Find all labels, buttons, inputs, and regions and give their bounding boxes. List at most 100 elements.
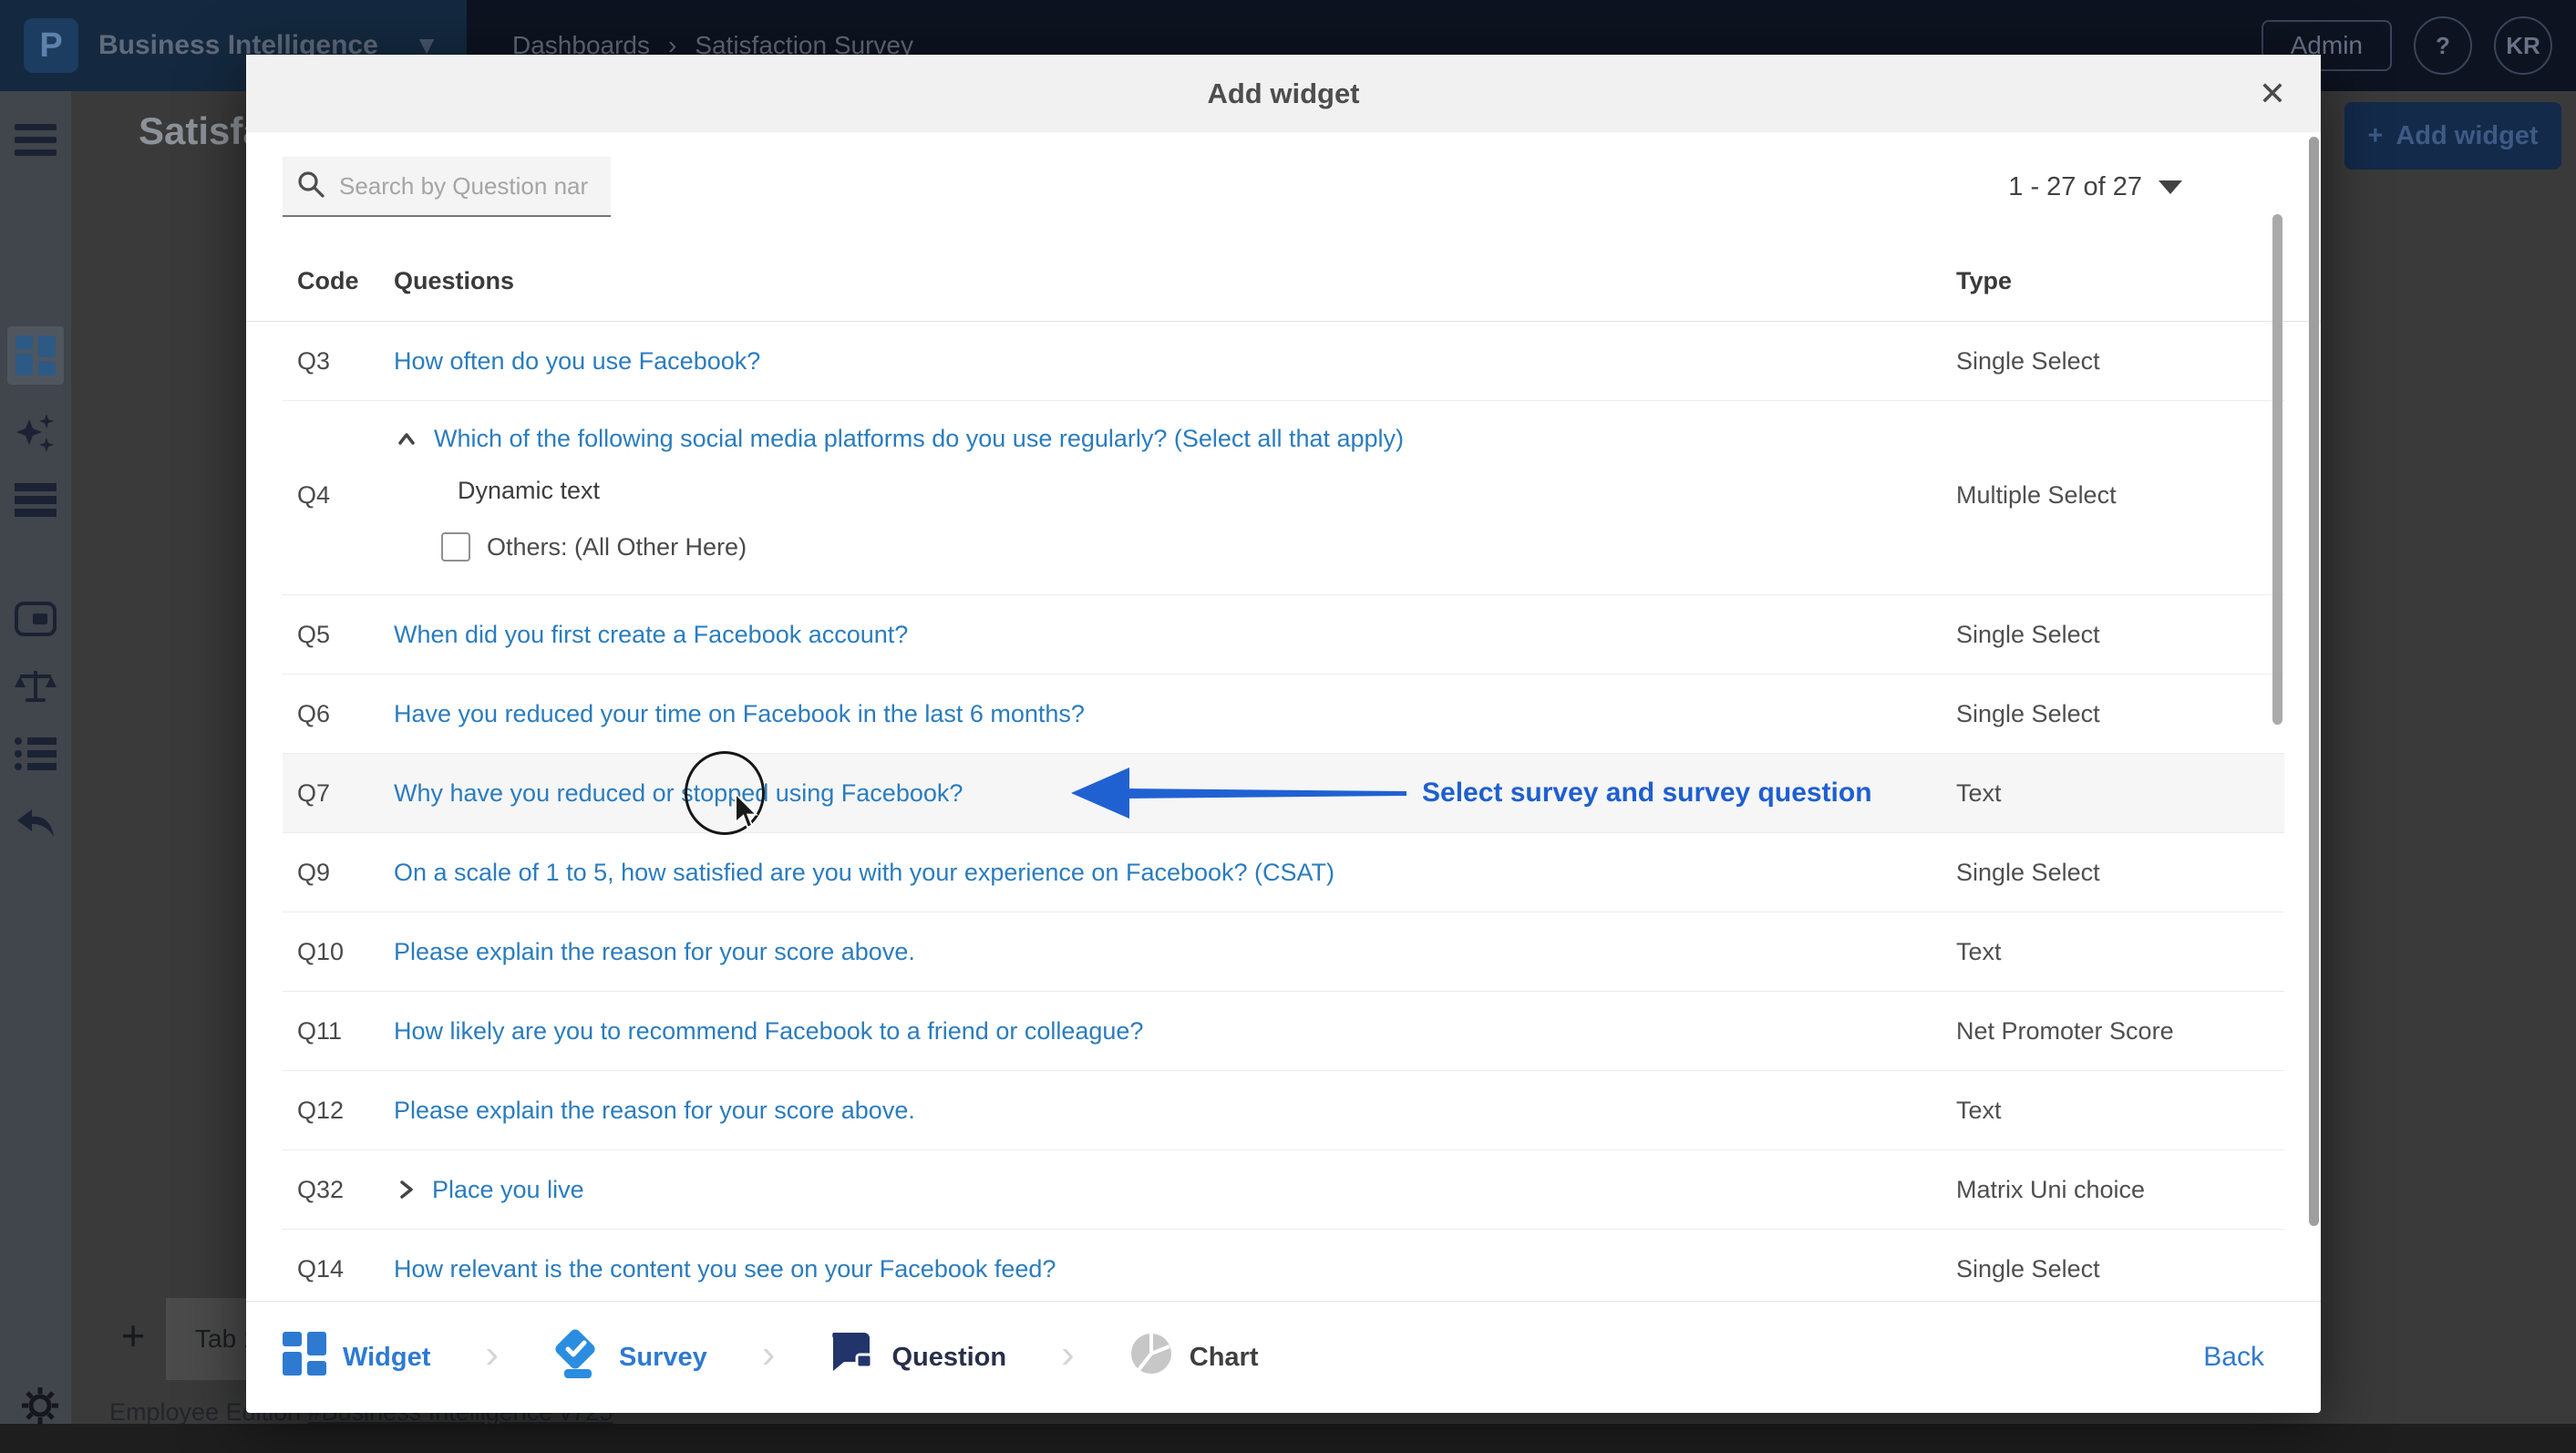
- expand-caret-icon[interactable]: [394, 1177, 417, 1202]
- question-cell: Which of the following social media plat…: [394, 401, 1956, 594]
- back-button[interactable]: Back: [2203, 1342, 2264, 1373]
- question-link[interactable]: How likely are you to recommend Facebook…: [394, 1017, 1143, 1046]
- question-cell: How likely are you to recommend Facebook…: [394, 1017, 1956, 1046]
- question-cell: How relevant is the content you see on y…: [394, 1255, 1956, 1283]
- question-link[interactable]: Please explain the reason for your score…: [394, 1097, 915, 1125]
- question-code: Q14: [283, 1255, 394, 1283]
- column-code: Code: [283, 267, 394, 295]
- table-header: Code Questions Type: [246, 242, 2321, 322]
- logo-letter: P: [39, 26, 62, 66]
- question-cell: Please explain the reason for your score…: [394, 1097, 1956, 1125]
- question-code: Q32: [283, 1176, 394, 1204]
- question-code: Q3: [283, 347, 394, 376]
- others-checkbox[interactable]: [441, 532, 470, 562]
- hamburger-menu-icon[interactable]: [15, 124, 57, 161]
- question-type: Text: [1956, 1097, 2284, 1125]
- bottom-strip: [0, 1424, 2576, 1453]
- question-link[interactable]: On a scale of 1 to 5, how satisfied are …: [394, 859, 1334, 887]
- question-link[interactable]: How relevant is the content you see on y…: [394, 1255, 1056, 1283]
- add-widget-modal: Add widget ✕ 1 - 27 of 27 Code Questions…: [246, 55, 2321, 1413]
- question-code: Q5: [283, 621, 394, 649]
- search-input[interactable]: [337, 171, 596, 201]
- table-row[interactable]: Q11How likely are you to recommend Faceb…: [283, 992, 2284, 1071]
- step-chart: Chart: [1129, 1332, 1259, 1383]
- question-type: Single Select: [1956, 1255, 2284, 1283]
- wizard-footer: Widget › Survey › Question › Chart Back: [246, 1301, 2321, 1413]
- widget-step-icon: [283, 1332, 326, 1383]
- step-survey[interactable]: Survey: [553, 1327, 707, 1387]
- left-sidebar: [0, 91, 71, 1453]
- sidebar-item-list-icon[interactable]: [15, 737, 57, 776]
- add-widget-button[interactable]: + Add widget: [2344, 102, 2561, 170]
- step-separator-icon: ›: [1061, 1332, 1075, 1377]
- sidebar-item-dashboards-icon[interactable]: [15, 335, 57, 380]
- question-code: Q10: [283, 938, 394, 966]
- sidebar-item-back-icon[interactable]: [15, 808, 56, 843]
- sidebar-item-ai-sparkles-icon[interactable]: [15, 412, 57, 459]
- question-code: Q9: [283, 859, 394, 887]
- question-cell: On a scale of 1 to 5, how satisfied are …: [394, 859, 1956, 887]
- modal-header: Add widget ✕: [246, 55, 2321, 132]
- step-widget[interactable]: Widget: [283, 1332, 430, 1383]
- modal-title: Add widget: [1207, 77, 1359, 110]
- table-row[interactable]: Q14How relevant is the content you see o…: [283, 1230, 2284, 1301]
- table-row[interactable]: Q5When did you first create a Facebook a…: [283, 595, 2284, 675]
- collapse-caret-icon[interactable]: [394, 428, 419, 451]
- search-box[interactable]: [283, 157, 611, 217]
- sidebar-item-scale-icon[interactable]: [15, 669, 57, 712]
- search-icon: [297, 170, 325, 202]
- question-code: Q6: [283, 700, 394, 728]
- question-link[interactable]: Place you live: [432, 1176, 584, 1204]
- question-type: Net Promoter Score: [1956, 1017, 2284, 1046]
- sidebar-item-media-icon[interactable]: [15, 602, 57, 641]
- question-link[interactable]: When did you first create a Facebook acc…: [394, 621, 908, 649]
- question-code: Q11: [283, 1017, 394, 1046]
- step-separator-icon: ›: [485, 1332, 499, 1377]
- pagination-label: 1 - 27 of 27: [2008, 172, 2142, 202]
- sub-text: Dynamic text: [458, 477, 1956, 505]
- list-scrollbar[interactable]: [2272, 214, 2282, 725]
- column-questions: Questions: [394, 267, 1956, 295]
- question-link[interactable]: Why have you reduced or stopped using Fa…: [394, 779, 963, 808]
- question-cell: Place you live: [394, 1176, 1956, 1204]
- question-cell: How often do you use Facebook?: [394, 347, 1956, 376]
- sidebar-item-rows-icon[interactable]: [15, 483, 57, 522]
- close-icon[interactable]: ✕: [2259, 77, 2286, 110]
- table-row[interactable]: Q10Please explain the reason for your sc…: [283, 912, 2284, 992]
- question-link[interactable]: Please explain the reason for your score…: [394, 938, 915, 966]
- table-row[interactable]: Q4Which of the following social media pl…: [283, 401, 2284, 595]
- question-type: Single Select: [1956, 621, 2284, 649]
- add-tab-button[interactable]: +: [106, 1311, 160, 1360]
- table-row[interactable]: Q6Have you reduced your time on Facebook…: [283, 675, 2284, 754]
- question-type: Matrix Uni choice: [1956, 1176, 2284, 1204]
- help-button[interactable]: ?: [2414, 16, 2472, 75]
- table-row[interactable]: Q3How often do you use Facebook? Single S…: [283, 322, 2284, 401]
- plus-icon: +: [2367, 121, 2383, 151]
- question-cell: Please explain the reason for your score…: [394, 938, 1956, 966]
- pagination-control[interactable]: 1 - 27 of 27: [2008, 172, 2182, 202]
- avatar[interactable]: KR: [2494, 16, 2552, 75]
- table-row[interactable]: Q9On a scale of 1 to 5, how satisfied ar…: [283, 833, 2284, 912]
- step-question[interactable]: Question: [829, 1333, 1006, 1382]
- question-rows: Q3How often do you use Facebook? Single S…: [246, 322, 2321, 1301]
- chart-step-icon: [1129, 1332, 1173, 1383]
- app-logo: P: [24, 18, 78, 73]
- question-type: Single Select: [1956, 347, 2284, 376]
- question-type: Single Select: [1956, 700, 2284, 728]
- question-cell: When did you first create a Facebook acc…: [394, 621, 1956, 649]
- question-type: Text: [1956, 779, 2284, 808]
- column-type: Type: [1956, 267, 2284, 295]
- question-link[interactable]: How often do you use Facebook?: [394, 347, 760, 376]
- table-row[interactable]: Q7Why have you reduced or stopped using …: [283, 754, 2284, 833]
- modal-scrollbar[interactable]: [2309, 137, 2319, 1226]
- question-link[interactable]: Have you reduced your time on Facebook i…: [394, 700, 1085, 728]
- modal-toolbar: 1 - 27 of 27: [246, 132, 2321, 242]
- question-cell: Have you reduced your time on Facebook i…: [394, 700, 1956, 728]
- question-code: Q7: [283, 779, 394, 808]
- question-code: Q12: [283, 1097, 394, 1125]
- question-type: Single Select: [1956, 859, 2284, 887]
- table-row[interactable]: Q12Please explain the reason for your sc…: [283, 1071, 2284, 1150]
- table-row[interactable]: Q32 Place you live Matrix Uni choice: [283, 1150, 2284, 1230]
- question-type: Text: [1956, 938, 2284, 966]
- question-link[interactable]: Which of the following social media plat…: [434, 425, 1404, 453]
